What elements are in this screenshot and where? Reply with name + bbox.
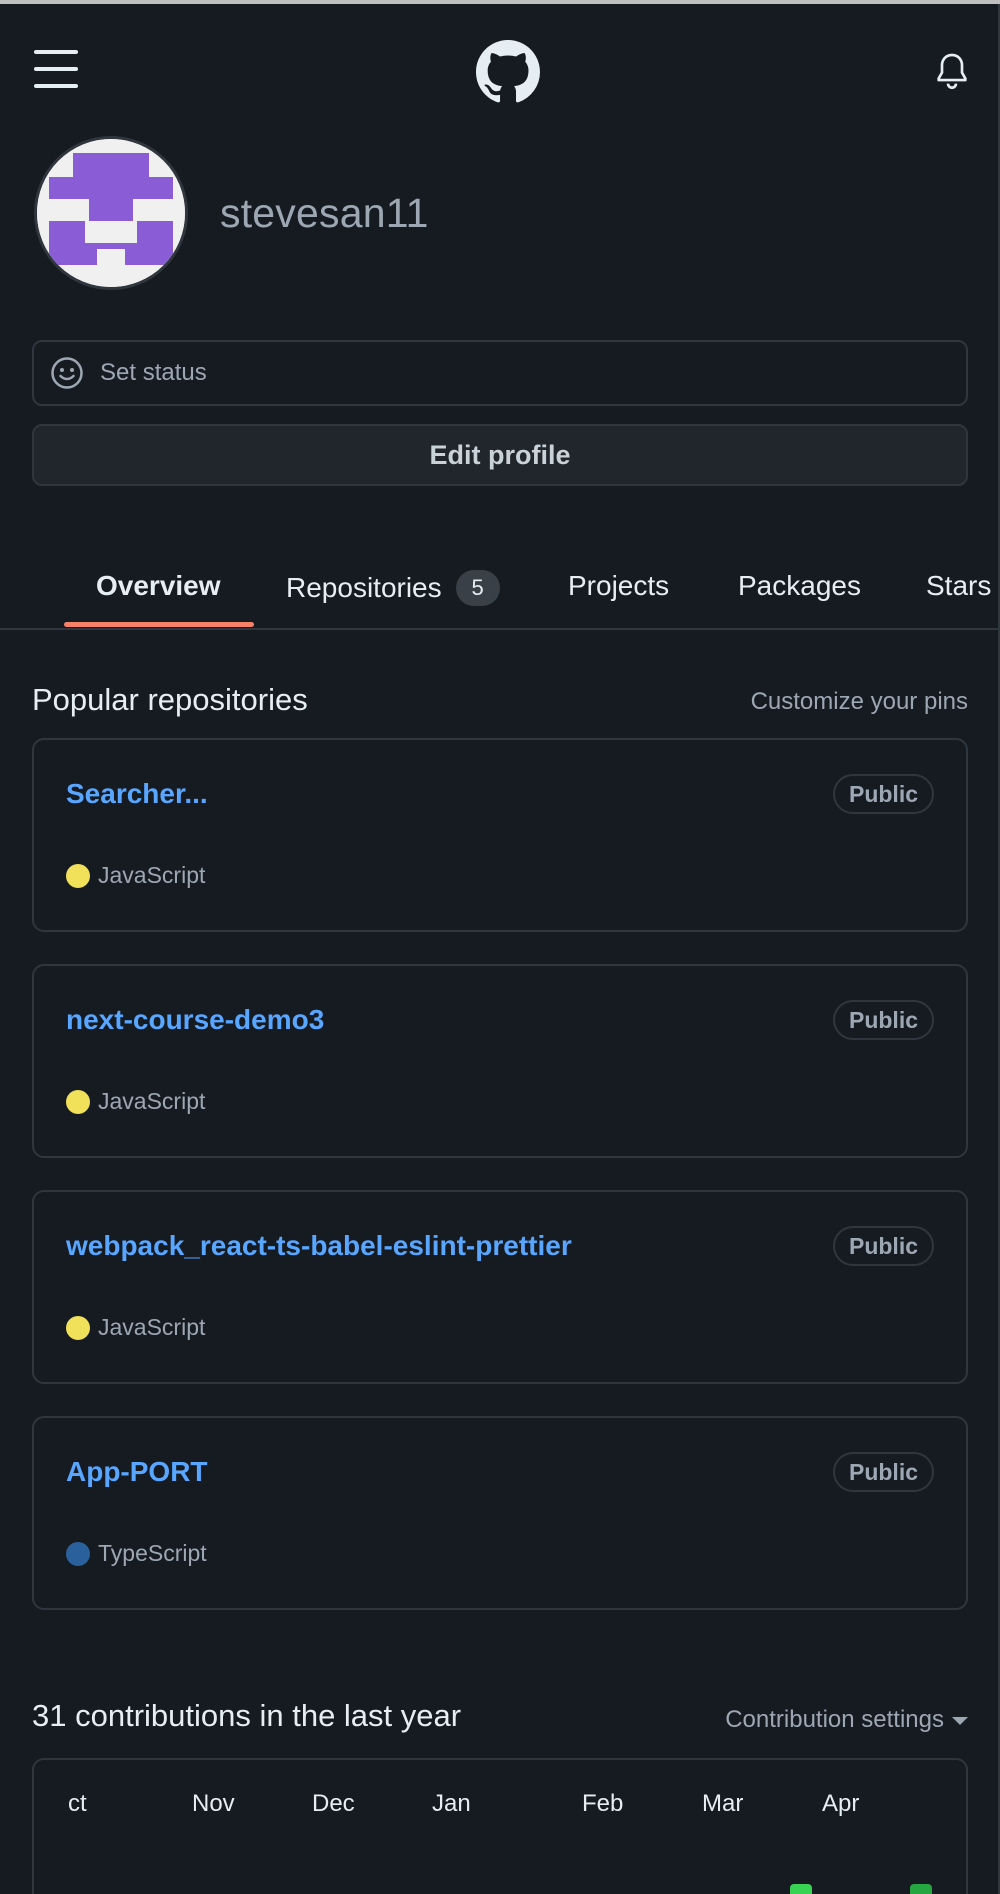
language-color-dot — [66, 1541, 90, 1566]
repo-card: Searcher... Public JavaScript — [32, 738, 968, 932]
set-status-label: Set status — [100, 359, 207, 386]
profile-tabs: Overview Repositories 5 Projects Package… — [0, 552, 1000, 630]
tab-repositories-label: Repositories — [286, 572, 442, 603]
contribution-settings-dropdown[interactable]: Contribution settings — [725, 1706, 968, 1734]
repo-name-link[interactable]: Searcher... — [66, 778, 208, 810]
contribution-cell[interactable] — [910, 1884, 932, 1894]
language-color-dot — [66, 1315, 90, 1340]
language-label: JavaScript — [98, 862, 206, 888]
tab-packages-label: Packages — [738, 570, 861, 601]
repo-card: webpack_react-ts-babel-eslint-prettier P… — [32, 1190, 968, 1384]
repo-language: JavaScript — [66, 862, 205, 889]
bell-icon[interactable] — [936, 52, 968, 90]
customize-pins-link[interactable]: Customize your pins — [751, 688, 968, 716]
set-status-button[interactable]: Set status — [32, 340, 968, 406]
tab-projects-label: Projects — [568, 570, 670, 601]
month-label: Dec — [312, 1790, 355, 1817]
repo-language: JavaScript — [66, 1088, 205, 1115]
popular-repositories-heading: Popular repositories — [32, 682, 308, 717]
month-label: ct — [68, 1790, 87, 1817]
language-label: JavaScript — [98, 1314, 206, 1340]
tab-stars[interactable]: Stars — [926, 570, 991, 602]
month-label: Nov — [192, 1790, 235, 1817]
hamburger-menu-icon[interactable] — [34, 50, 78, 88]
month-label: Feb — [582, 1790, 624, 1817]
repo-language: TypeScript — [66, 1540, 207, 1567]
repo-name-link[interactable]: App-PORT — [66, 1456, 208, 1488]
profile-page: stevesan11 Set status Edit profile Overv… — [0, 4, 1000, 1894]
repo-name-link[interactable]: webpack_react-ts-babel-eslint-prettier — [66, 1230, 572, 1262]
language-label: JavaScript — [98, 1088, 206, 1114]
repo-language: JavaScript — [66, 1314, 205, 1341]
repo-card: next-course-demo3 Public JavaScript — [32, 964, 968, 1158]
tab-packages[interactable]: Packages — [738, 570, 861, 602]
tab-stars-label: Stars — [926, 570, 992, 601]
repositories-count-badge: 5 — [455, 570, 500, 606]
language-color-dot — [66, 863, 90, 888]
github-logo-icon[interactable] — [476, 40, 540, 104]
edit-profile-button[interactable]: Edit profile — [32, 424, 968, 486]
month-label: Mar — [702, 1790, 744, 1817]
tab-overview-label: Overview — [96, 570, 221, 601]
language-label: TypeScript — [98, 1540, 207, 1566]
visibility-badge: Public — [832, 1452, 934, 1492]
visibility-badge: Public — [832, 1000, 934, 1040]
month-label: Apr — [822, 1790, 860, 1817]
active-tab-underline — [64, 622, 254, 627]
contribution-settings-label: Contribution settings — [725, 1706, 944, 1733]
avatar[interactable] — [34, 136, 188, 290]
contributions-heading: 31 contributions in the last year — [32, 1698, 462, 1733]
tab-projects[interactable]: Projects — [568, 570, 669, 602]
repo-card: App-PORT Public TypeScript — [32, 1416, 968, 1610]
tab-overview[interactable]: Overview — [96, 570, 221, 602]
repo-name-link[interactable]: next-course-demo3 — [66, 1004, 324, 1036]
caret-down-icon — [952, 1716, 968, 1725]
visibility-badge: Public — [832, 1226, 934, 1266]
smiley-icon — [51, 357, 83, 389]
visibility-badge: Public — [832, 774, 934, 814]
tab-repositories[interactable]: Repositories 5 — [286, 570, 500, 606]
month-label: Jan — [432, 1790, 471, 1817]
language-color-dot — [66, 1089, 90, 1114]
contribution-graph: ct Nov Dec Jan Feb Mar Apr — [32, 1758, 968, 1894]
username: stevesan11 — [220, 190, 429, 236]
identicon-image — [37, 139, 185, 287]
contribution-cell[interactable] — [790, 1884, 812, 1894]
